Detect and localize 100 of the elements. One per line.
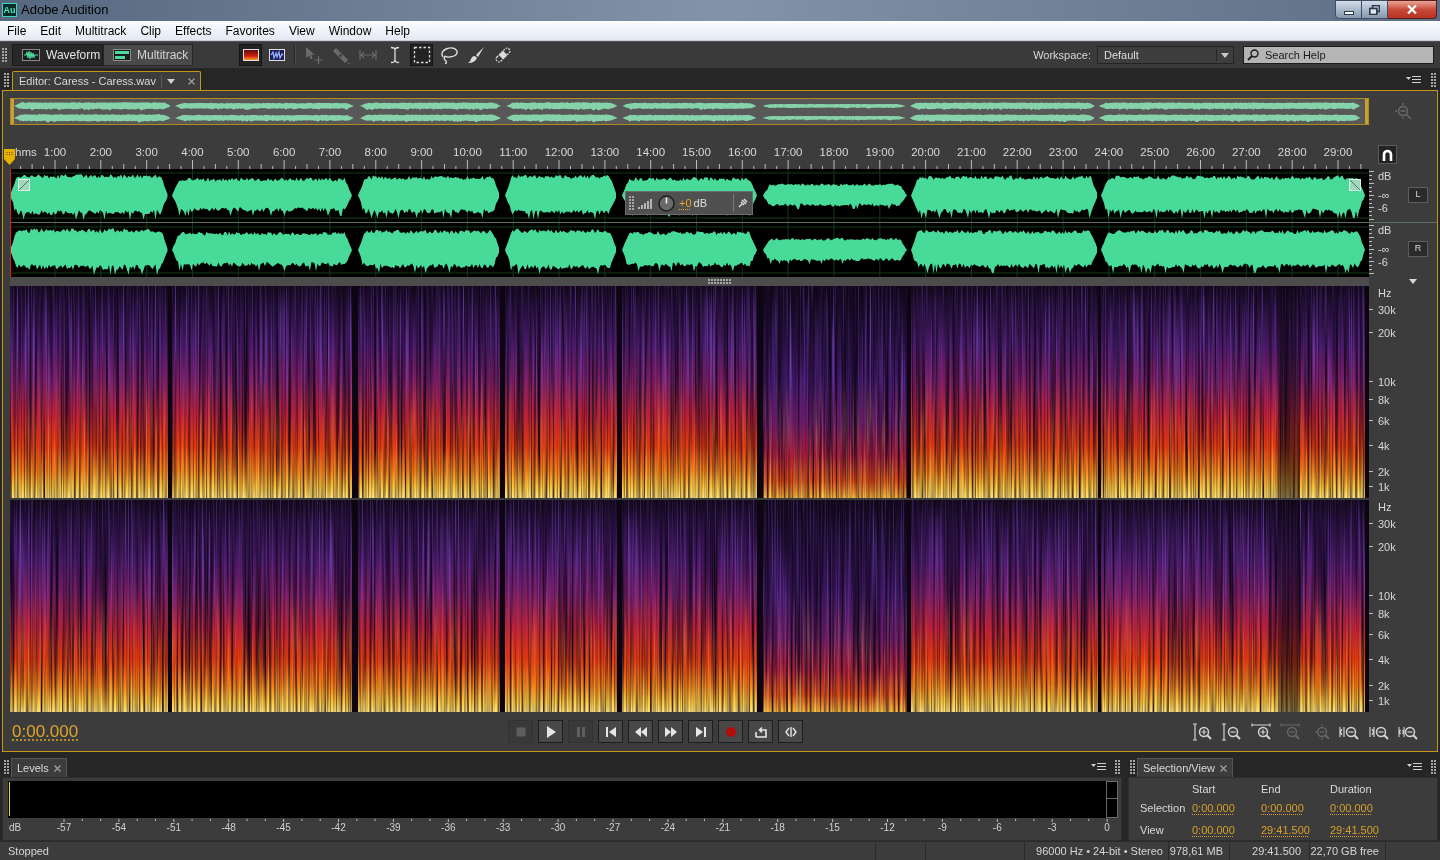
panel-menu-icon[interactable] [1406,75,1421,84]
clip-indicator-icon[interactable] [1106,781,1118,799]
channel-button[interactable]: L [1408,187,1428,203]
scale-label: -18 [770,822,785,834]
ruler-label: 12:00 [544,146,574,159]
display-button[interactable] [239,44,262,66]
maximize-button[interactable] [1362,0,1388,19]
playhead-marker-icon[interactable] [4,149,15,165]
close-icon[interactable] [53,764,61,772]
waveform-icon [22,49,40,61]
scale-label: -21 [715,822,730,834]
window-title: Adobe Audition [21,2,109,18]
grip-icon[interactable] [4,73,9,87]
gain-hud[interactable]: +0 dB [625,191,753,215]
time-value[interactable]: 29:41.500 [1261,823,1310,838]
workspace-dropdown[interactable]: Default [1097,46,1234,64]
vertical-zoom-in-icon[interactable] [1191,722,1212,741]
fade-handle-icon[interactable] [18,179,30,191]
time-display[interactable]: 0:00.000 [12,721,508,742]
transport-button[interactable] [778,720,803,743]
panel-menu-icon[interactable] [1091,762,1106,771]
ruler-label: 15:00 [682,146,711,159]
time-value[interactable]: 0:00.000 [1330,801,1373,816]
clip-indicator-icon[interactable] [1106,799,1118,818]
scale-label: -3 [1047,822,1057,834]
vertical-zoom-out-icon[interactable] [1221,722,1241,741]
grip-icon[interactable] [629,196,634,210]
range-handle[interactable] [1365,99,1368,124]
knob-icon[interactable] [658,194,675,212]
caret-down-icon[interactable] [1409,279,1417,284]
menu-item[interactable]: View [281,21,322,40]
time-value[interactable]: 0:00.000 [1192,823,1235,838]
fast-forward-icon [664,725,677,738]
grip-icon[interactable] [708,279,731,284]
menu-item[interactable]: File [0,21,34,40]
minimize-button[interactable] [1335,0,1362,19]
time-value[interactable]: 0:00.000 [1192,801,1235,816]
unit-label: dB [1378,170,1392,183]
scale-label: 4k [1378,653,1390,667]
menu-item[interactable]: Edit [33,21,69,40]
transport-button[interactable] [628,720,653,743]
caret-down-icon[interactable] [166,78,175,84]
grip-icon[interactable] [1130,760,1135,774]
levels-tab[interactable]: Levels [11,758,67,777]
grip-icon[interactable] [1115,760,1120,774]
panel-menu-icon[interactable] [1407,762,1422,771]
selection-view-tab[interactable]: Selection/View [1137,758,1233,777]
splitter-handle[interactable] [10,277,1369,286]
horizontal-zoom-in-icon[interactable] [1250,722,1271,741]
menu-item[interactable]: Clip [133,21,169,40]
grip-icon[interactable] [1431,760,1436,774]
scale-label: -36 [441,822,456,834]
transport-button[interactable] [538,720,563,743]
scale-label: -12 [880,822,895,834]
grip-icon[interactable] [4,760,9,774]
scale-label: -39 [386,822,401,834]
close-icon[interactable] [1219,764,1227,772]
ruler-unit-label: hms [15,146,37,159]
skip-back-icon [604,725,617,738]
close-button[interactable] [1388,0,1437,19]
scale-label: 30k [1378,303,1396,317]
snap-button[interactable] [1378,145,1397,164]
move-arrow-icon [304,46,323,64]
close-icon[interactable] [187,77,195,85]
scale-label: -45 [276,822,291,834]
gain-value[interactable]: +0 [679,194,692,212]
time-value[interactable]: 29:41.500 [1330,823,1379,838]
grip-icon[interactable] [2,48,7,62]
transport-button[interactable] [688,720,713,743]
mode-button[interactable]: Multitrack [103,44,193,66]
channel-button[interactable]: R [1408,241,1428,257]
menu-item[interactable]: Effects [168,21,219,40]
time-value[interactable]: 0:00.000 [1261,801,1304,816]
menu-item[interactable]: Favorites [218,21,282,40]
grip-icon[interactable] [1431,73,1436,87]
caret-down-icon[interactable] [1221,52,1229,58]
editor-tab[interactable]: Editor: Caress - Caress.wav [12,71,201,90]
pin-icon[interactable] [738,198,748,208]
scale-label: -15 [825,822,840,834]
stop-icon [514,725,527,738]
mode-button[interactable]: Waveform [12,44,103,66]
search-icon [1247,49,1259,61]
minimize-icon [1343,10,1354,15]
app-badge: Au [2,3,17,17]
range-handle[interactable] [11,99,14,124]
search-field[interactable]: Search Help [1243,46,1434,64]
column-header: Duration [1330,783,1372,796]
menu-item[interactable]: Multitrack [68,21,134,40]
menu-item[interactable]: Help [378,21,418,40]
scale-label: -6 [992,822,1002,834]
transport-button[interactable] [748,720,773,743]
scale-label: -42 [331,822,346,834]
scale-label: 20k [1378,326,1396,340]
transport-button[interactable] [598,720,623,743]
menu-item[interactable]: Window [321,21,379,40]
workspace-label: Workspace: [1033,47,1091,63]
fade-handle-icon[interactable] [1349,179,1361,191]
transport-button[interactable] [658,720,683,743]
scale-label: 2k [1378,465,1390,479]
tool-button[interactable] [410,44,433,66]
